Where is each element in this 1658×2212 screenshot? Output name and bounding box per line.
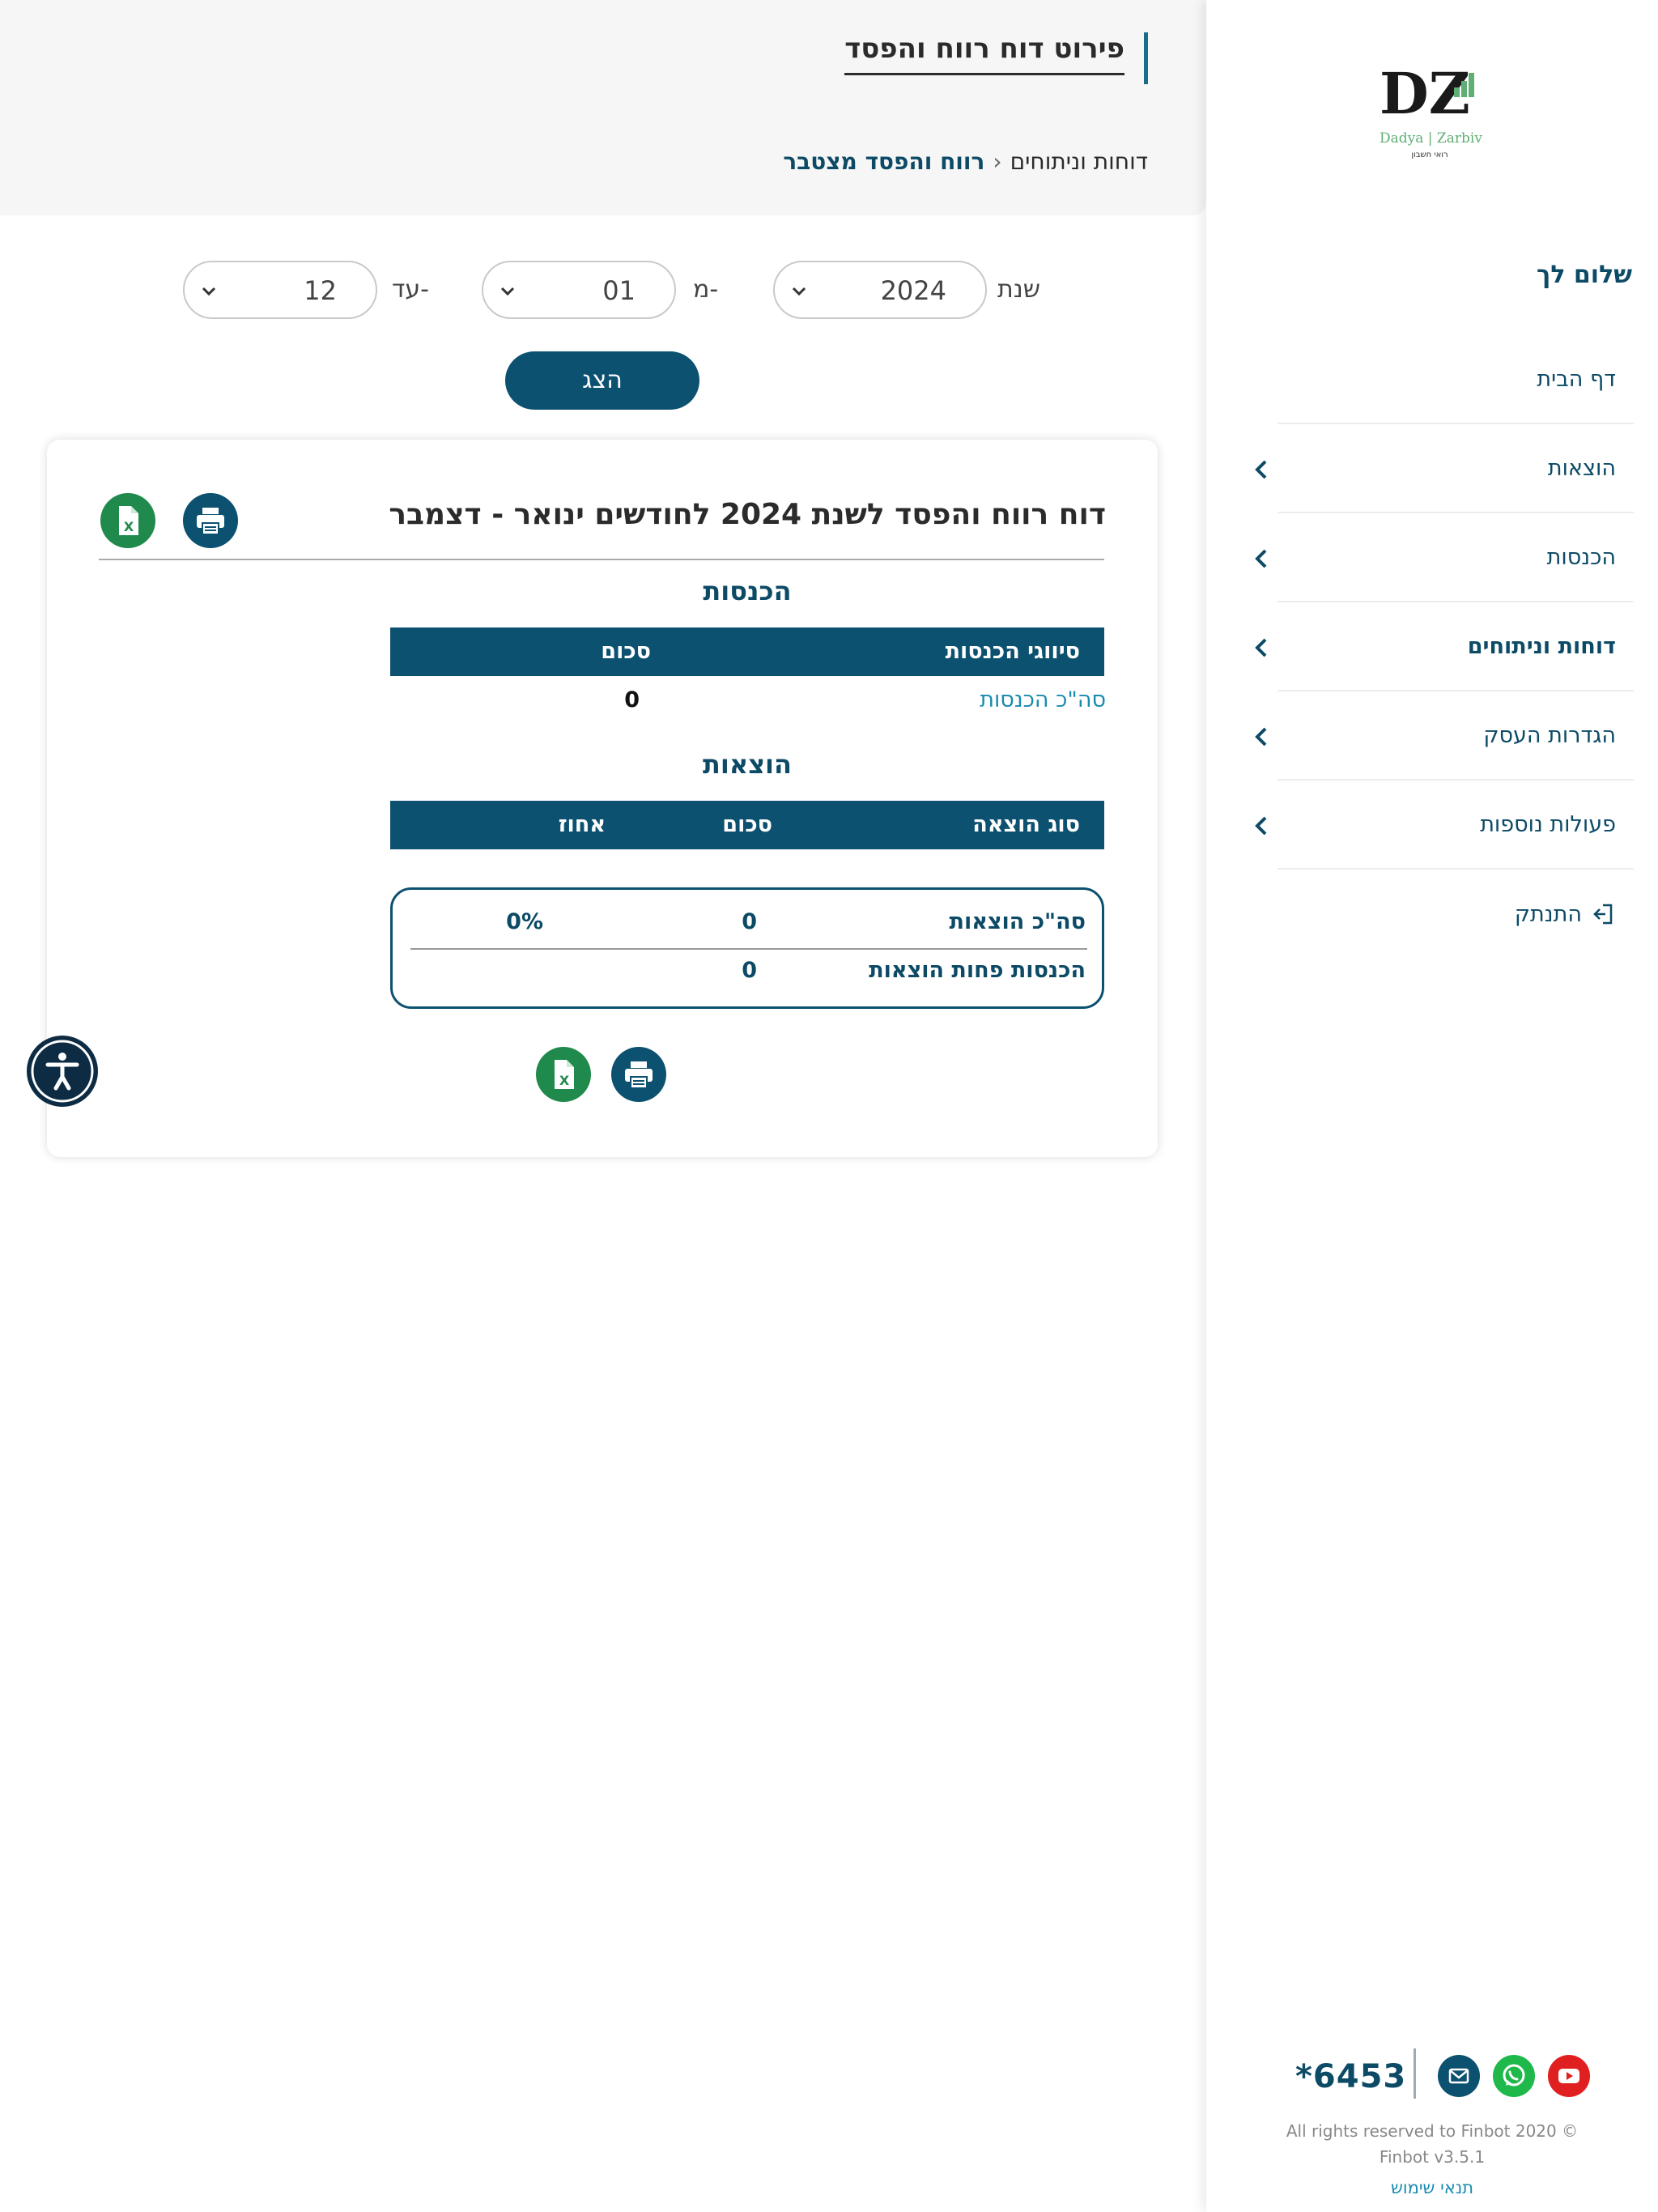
title-divider <box>99 559 1104 560</box>
version-line: Finbot v3.5.1 <box>1379 2147 1486 2167</box>
income-section-title: הכנסות <box>703 576 792 606</box>
greeting: שלום לך <box>1536 261 1632 289</box>
breadcrumb-parent[interactable]: דוחות וניתוחים <box>1010 148 1148 175</box>
year-select-value: 2024 <box>880 275 946 306</box>
chevron-down-icon <box>500 287 515 296</box>
chevron-left-icon <box>1255 816 1267 836</box>
svg-text:X: X <box>124 519 134 534</box>
logout-icon <box>1593 904 1613 925</box>
mail-button[interactable] <box>1438 2055 1480 2097</box>
from-month-value: 01 <box>602 275 636 306</box>
from-month-select[interactable]: 01 <box>482 261 676 319</box>
youtube-icon <box>1548 2055 1590 2097</box>
chevron-down-icon <box>202 287 216 296</box>
to-label: עד- <box>392 275 429 304</box>
print-button-bottom[interactable] <box>611 1047 666 1102</box>
expenses-total-label: סה"כ הוצאות <box>949 909 1086 934</box>
whatsapp-icon <box>1493 2055 1535 2097</box>
sidebar-item-label: התנתק <box>1514 901 1582 927</box>
chevron-left-icon <box>1255 727 1267 747</box>
to-month-value: 12 <box>304 275 337 306</box>
expenses-table-header: סוג הוצאה סכום אחוז <box>390 801 1104 849</box>
phone-number[interactable]: *6453 <box>1295 2058 1406 2095</box>
summary-divider <box>410 948 1087 950</box>
page-title: פירוט דוח רווח והפסד <box>844 32 1124 75</box>
breadcrumb-separator: › <box>993 148 1002 175</box>
rights-text: All rights reserved to Finbot 2020 © Fin… <box>1206 2118 1658 2170</box>
expenses-col-percent: אחוז <box>558 812 606 837</box>
print-icon <box>611 1047 666 1102</box>
income-col-amount: סכום <box>601 639 651 664</box>
income-table-header: סיווגי הכנסות סכום <box>390 627 1104 676</box>
page-header: פירוט דוח רווח והפסד דוחות וניתוחים › רו… <box>0 0 1206 215</box>
from-label: מ- <box>693 275 719 304</box>
expenses-total-value: 0 <box>742 909 757 934</box>
excel-export-button[interactable]: X <box>100 493 155 548</box>
expenses-total-percent: 0% <box>506 909 543 934</box>
expenses-col-amount: סכום <box>722 812 772 837</box>
sidebar-item-label: פעולות נוספות <box>1480 811 1616 837</box>
sidebar-item-label: דוחות וניתוחים <box>1467 633 1616 659</box>
app-page: פירוט דוח רווח והפסד דוחות וניתוחים › רו… <box>0 0 1658 2212</box>
income-total-value: 0 <box>624 687 640 713</box>
sidebar-item-income[interactable]: הכנסות <box>1255 513 1634 602</box>
mail-icon <box>1438 2055 1480 2097</box>
terms-link[interactable]: תנאי שימוש <box>1206 2178 1658 2197</box>
sidebar-item-logout[interactable]: התנתק <box>1278 870 1634 959</box>
title-wrap: פירוט דוח רווח והפסד <box>844 32 1148 84</box>
breadcrumb: דוחות וניתוחים › רווח והפסד מצטבר <box>783 148 1148 175</box>
chevron-left-icon <box>1255 638 1267 657</box>
report-card: דוח רווח והפסד לשנת 2024 לחודשים ינואר -… <box>47 440 1158 1157</box>
expenses-section-title: הוצאות <box>703 749 792 780</box>
company-logo[interactable]: DZ Dadya | Zarbiv רואי חשבון <box>1376 60 1486 167</box>
print-button[interactable] <box>183 493 238 548</box>
rights-line: All rights reserved to Finbot 2020 © <box>1286 2121 1579 2141</box>
svg-text:X: X <box>559 1073 570 1088</box>
sidebar: DZ Dadya | Zarbiv רואי חשבון שלום לך דף … <box>1206 0 1658 2212</box>
sidebar-item-label: הכנסות <box>1546 544 1616 570</box>
sidebar-item-more-actions[interactable]: פעולות נוספות <box>1255 781 1634 870</box>
chevron-down-icon <box>792 287 806 296</box>
excel-icon: X <box>536 1047 591 1102</box>
sidebar-item-business-settings[interactable]: הגדרות העסק <box>1255 691 1634 781</box>
report-title: דוח רווח והפסד לשנת 2024 לחודשים ינואר -… <box>389 498 1106 531</box>
sidebar-item-label: הגדרות העסק <box>1483 722 1616 748</box>
to-month-select[interactable]: 12 <box>183 261 377 319</box>
whatsapp-button[interactable] <box>1493 2055 1535 2097</box>
svg-text:Dadya | Zarbiv: Dadya | Zarbiv <box>1380 130 1482 147</box>
net-income-value: 0 <box>742 958 757 983</box>
net-income-label: הכנסות פחות הוצאות <box>869 958 1086 983</box>
income-total-label: סה"כ הכנסות <box>980 687 1106 713</box>
accessibility-icon[interactable] <box>26 1035 99 1108</box>
show-button[interactable]: הצג <box>505 351 699 410</box>
income-col-type: סיווגי הכנסות <box>945 639 1080 664</box>
sidebar-nav: דף הבית הוצאות הכנסות דוחות וניתוחים הגד… <box>1255 335 1634 959</box>
print-icon <box>183 493 238 548</box>
sidebar-item-reports[interactable]: דוחות וניתוחים <box>1255 602 1634 691</box>
sidebar-item-label: הוצאות <box>1547 455 1616 481</box>
breadcrumb-current: רווח והפסד מצטבר <box>783 148 985 175</box>
chevron-left-icon <box>1255 460 1267 479</box>
chevron-left-icon <box>1255 549 1267 568</box>
excel-export-button-bottom[interactable]: X <box>536 1047 591 1102</box>
youtube-button[interactable] <box>1548 2055 1590 2097</box>
expenses-col-type: סוג הוצאה <box>972 812 1080 837</box>
svg-text:רואי חשבון: רואי חשבון <box>1411 151 1448 160</box>
year-label: שנת <box>997 275 1040 304</box>
sidebar-item-label: דף הבית <box>1537 366 1616 392</box>
dz-logo: DZ Dadya | Zarbiv רואי חשבון <box>1380 60 1482 160</box>
year-select[interactable]: 2024 <box>773 261 987 319</box>
excel-icon: X <box>100 493 155 548</box>
sidebar-item-expenses[interactable]: הוצאות <box>1255 424 1634 513</box>
footer-divider <box>1414 2048 1416 2099</box>
date-filters: שנת 2024 מ- 01 עד- 12 <box>0 261 1206 319</box>
sidebar-item-home[interactable]: דף הבית <box>1278 335 1634 424</box>
expenses-summary-box: סה"כ הוצאות 0 0% הכנסות פחות הוצאות 0 <box>390 887 1104 1009</box>
